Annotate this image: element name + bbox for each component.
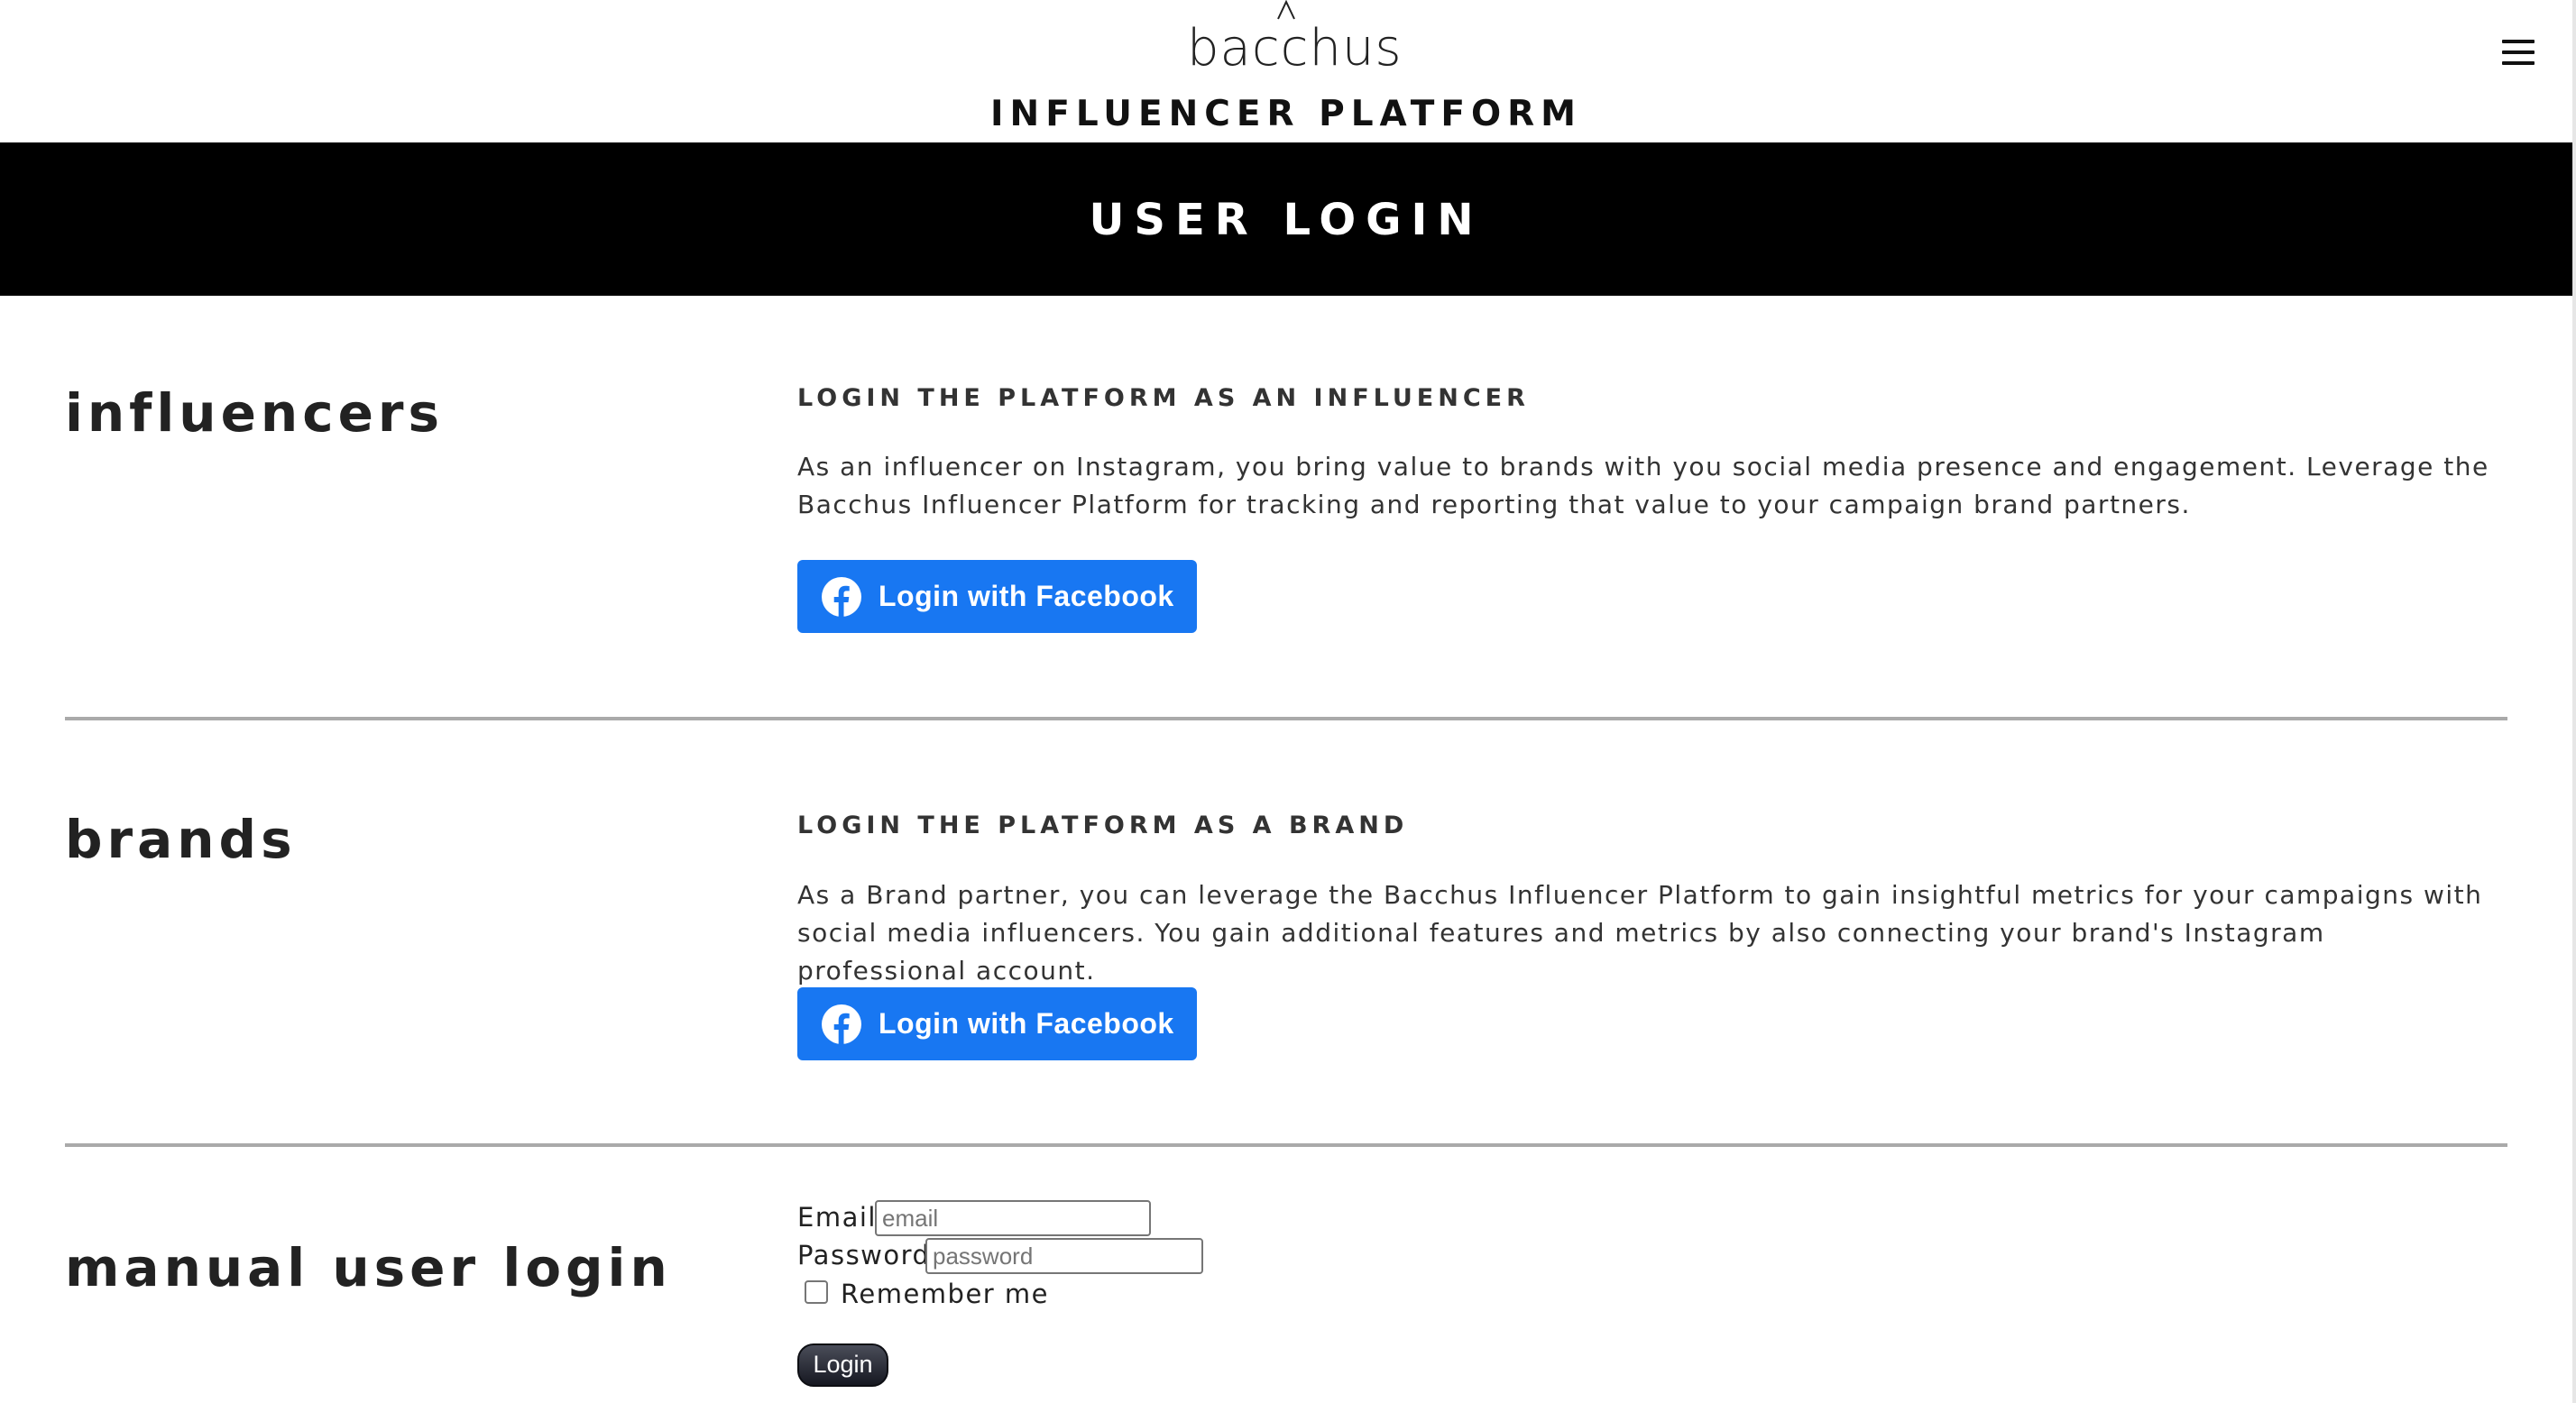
password-label: Password [797, 1240, 931, 1270]
remember-me-checkbox[interactable] [805, 1280, 828, 1304]
page-title: USER LOGIN [1089, 195, 1484, 245]
influencers-sub-heading: LOGIN THE PLATFORM AS AN INFLUENCER [797, 384, 1530, 412]
remember-me-label: Remember me [841, 1279, 1050, 1309]
logo-text: bacchus [1187, 19, 1403, 78]
email-field[interactable] [875, 1200, 1151, 1236]
bacchus-logo[interactable]: bacchus [1187, 0, 1403, 90]
email-label: Email [797, 1202, 877, 1233]
facebook-button-label: Login with Facebook [879, 1007, 1174, 1040]
password-field[interactable] [925, 1238, 1203, 1274]
hamburger-menu-icon[interactable] [2502, 40, 2538, 65]
page: bacchus INFLUENCER PLATFORM USER LOGIN i… [0, 0, 2572, 1403]
facebook-icon [822, 1004, 861, 1044]
manual-login-heading: manual user login [65, 1237, 672, 1298]
brand-facebook-login-button[interactable]: Login with Facebook [797, 987, 1197, 1060]
facebook-icon [822, 576, 861, 617]
influencer-facebook-login-button[interactable]: Login with Facebook [797, 560, 1197, 633]
influencers-heading: influencers [65, 382, 445, 444]
platform-title: INFLUENCER PLATFORM [990, 94, 1582, 134]
page-banner: USER LOGIN [0, 142, 2572, 296]
section-divider [65, 717, 2507, 720]
window-edge [2572, 0, 2576, 1403]
site-header: bacchus INFLUENCER PLATFORM [0, 0, 2572, 142]
facebook-button-label: Login with Facebook [879, 580, 1174, 612]
influencers-description: As an influencer on Instagram, you bring… [797, 452, 2489, 519]
brands-sub-heading: LOGIN THE PLATFORM AS A BRAND [797, 812, 1409, 839]
section-divider [65, 1143, 2507, 1147]
brands-description: As a Brand partner, you can leverage the… [797, 880, 2483, 986]
login-button[interactable]: Login [797, 1343, 888, 1387]
logo-peak-icon [1277, 0, 1295, 20]
brands-heading: brands [65, 809, 297, 870]
